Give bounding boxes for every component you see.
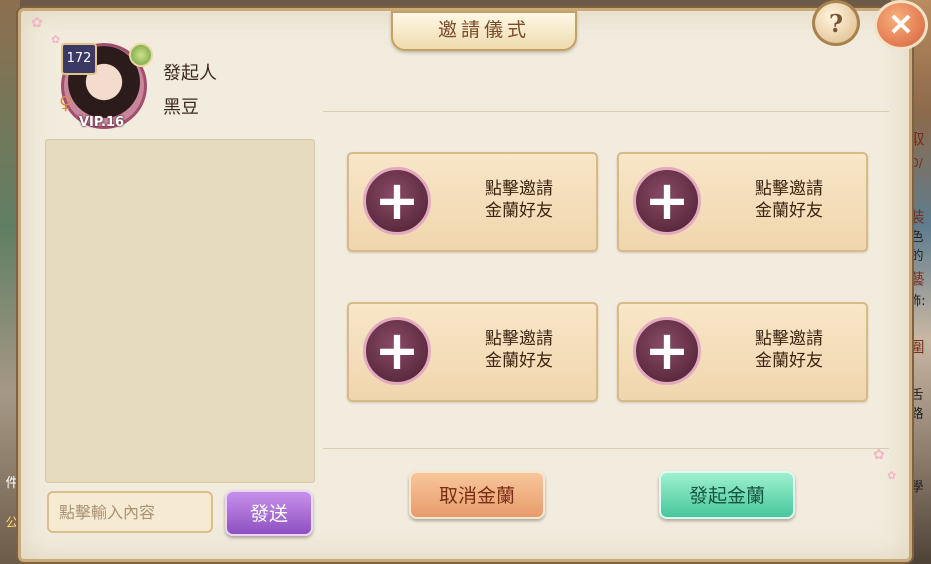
start-sworn-bond-button[interactable]: 發起金蘭: [659, 471, 795, 519]
send-button[interactable]: 發送: [225, 490, 313, 536]
help-button[interactable]: ?: [812, 0, 860, 46]
plus-icon: +: [363, 167, 431, 235]
cancel-sworn-bond-button[interactable]: 取消金蘭: [409, 471, 545, 519]
invite-friend-slot[interactable]: + 點擊邀請 金蘭好友: [347, 302, 598, 402]
initiator-role-label: 發起人: [163, 63, 217, 84]
invite-slot-label: 點擊邀請 金蘭好友: [459, 328, 579, 372]
initiator-name: 黑豆: [163, 97, 199, 118]
invite-slot-line1: 點擊邀請: [755, 179, 823, 199]
invite-slot-label: 點擊邀請 金蘭好友: [459, 178, 579, 222]
invite-slot-line1: 點擊邀請: [755, 329, 823, 349]
initiator-avatar-block[interactable]: 172 ♀ VIP.16: [59, 43, 153, 130]
chat-input[interactable]: [47, 491, 213, 533]
close-button[interactable]: ✕: [874, 0, 928, 50]
invite-slot-line2: 金蘭好友: [485, 351, 553, 371]
jade-badge-icon: [129, 43, 153, 67]
vip-label: VIP.16: [79, 115, 125, 130]
invite-slot-line2: 金蘭好友: [755, 201, 823, 221]
invite-slot-line2: 金蘭好友: [755, 351, 823, 371]
invite-slot-line1: 點擊邀請: [485, 329, 553, 349]
female-gender-icon: ♀: [59, 93, 73, 114]
invite-ceremony-dialog: 邀請儀式 172 ♀ VIP.16 發起人 黑豆 發送 + 點擊邀請 金蘭好友 …: [18, 8, 912, 562]
invite-slot-line1: 點擊邀請: [485, 179, 553, 199]
plus-icon: +: [633, 167, 701, 235]
invite-friend-slot[interactable]: + 點擊邀請 金蘭好友: [347, 152, 598, 252]
plus-icon: +: [633, 317, 701, 385]
chat-log[interactable]: [45, 139, 315, 483]
blossom-decoration-icon: ✿: [51, 33, 61, 46]
invite-slot-label: 點擊邀請 金蘭好友: [729, 178, 849, 222]
level-badge: 172: [61, 43, 97, 75]
invite-friend-slot[interactable]: + 點擊邀請 金蘭好友: [617, 302, 868, 402]
invite-slot-label: 點擊邀請 金蘭好友: [729, 328, 849, 372]
blossom-decoration-icon: ✿: [873, 447, 885, 463]
invite-slots-area: + 點擊邀請 金蘭好友 + 點擊邀請 金蘭好友 + 點擊邀請 金蘭好友 + 點擊…: [323, 111, 889, 449]
blossom-decoration-icon: ✿: [31, 15, 43, 31]
plus-icon: +: [363, 317, 431, 385]
dialog-title: 邀請儀式: [391, 11, 577, 51]
invite-slot-line2: 金蘭好友: [485, 201, 553, 221]
invite-friend-slot[interactable]: + 點擊邀請 金蘭好友: [617, 152, 868, 252]
blossom-decoration-icon: ✿: [887, 469, 897, 482]
